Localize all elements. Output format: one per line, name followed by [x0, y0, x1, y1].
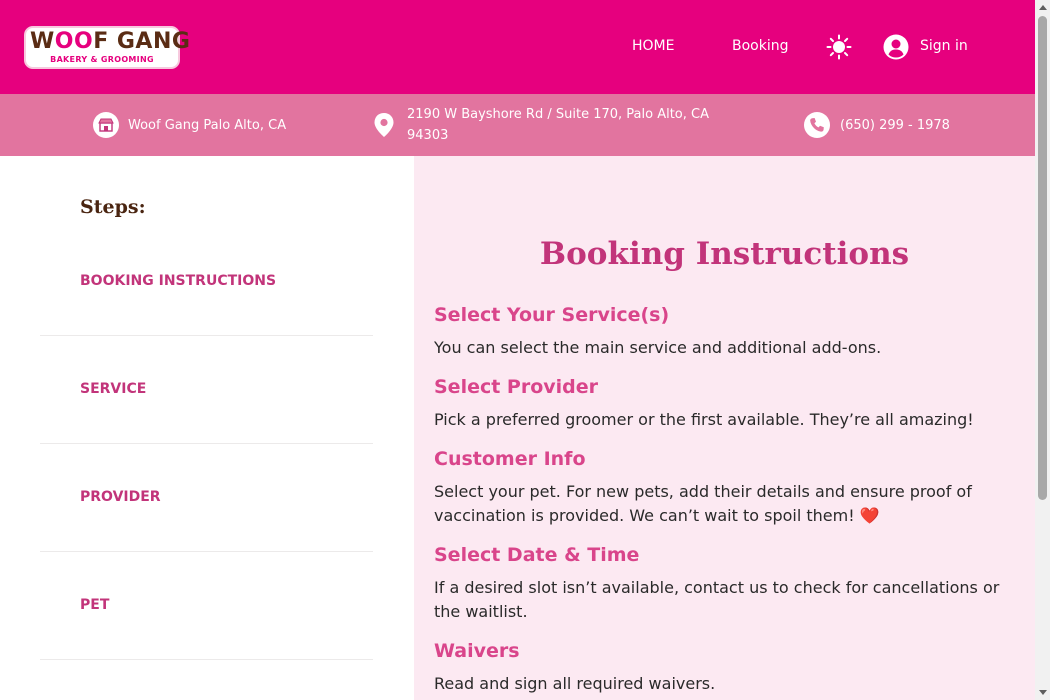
page-viewport: WOOF GANG BAKERY & GROOMING HOME Booking	[0, 0, 1035, 700]
section-heading-provider: Select Provider	[434, 376, 599, 398]
user-circle-icon[interactable]	[883, 34, 909, 60]
step-provider[interactable]: PROVIDER	[40, 444, 373, 552]
steps-sidebar: Steps: BOOKING INSTRUCTIONS SERVICE PROV…	[0, 156, 414, 700]
section-heading-waivers: Waivers	[434, 640, 520, 662]
store-info-bar: Woof Gang Palo Alto, CA 2190 W Bayshore …	[0, 94, 1035, 156]
section-heading-customer-info: Customer Info	[434, 448, 586, 470]
section-heading-service: Select Your Service(s)	[434, 304, 670, 326]
sun-icon[interactable]	[826, 34, 852, 60]
store-address[interactable]: 2190 W Bayshore Rd / Suite 170, Palo Alt…	[407, 104, 712, 146]
logo-subtitle: BAKERY & GROOMING	[50, 55, 154, 64]
page-scrollbar[interactable]	[1035, 0, 1050, 700]
nav-home-link[interactable]: HOME	[632, 38, 674, 54]
step-booking-instructions[interactable]: BOOKING INSTRUCTIONS	[40, 228, 373, 336]
store-name: Woof Gang Palo Alto, CA	[128, 118, 287, 133]
logo-text-rest: F GANG	[93, 29, 191, 54]
section-body-customer-info: Select your pet. For new pets, add their…	[434, 482, 972, 525]
store-phone[interactable]: (650) 299 - 1978	[840, 115, 950, 136]
site-header: WOOF GANG BAKERY & GROOMING HOME Booking	[0, 0, 1035, 94]
section-heading-date-time: Select Date & Time	[434, 544, 640, 566]
woof-gang-logo[interactable]: WOOF GANG BAKERY & GROOMING	[24, 26, 190, 69]
logo-wordmark: WOOF GANG	[30, 29, 190, 55]
scroll-down-icon[interactable]	[1039, 690, 1047, 695]
step-label: PET	[80, 597, 110, 613]
section-body-date-time: If a desired slot isn’t available, conta…	[434, 578, 1000, 621]
step-label: PROVIDER	[80, 489, 161, 505]
step-label: SERVICE	[80, 381, 147, 397]
step-label: BOOKING INSTRUCTIONS	[80, 273, 277, 289]
page-title: Booking Instructions	[539, 236, 910, 272]
steps-title: Steps:	[80, 196, 146, 218]
phone-icon	[804, 112, 830, 138]
section-body-provider: Pick a preferred groomer or the first av…	[434, 410, 974, 429]
scrollbar-thumb[interactable]	[1038, 16, 1047, 500]
booking-instructions-panel: Booking Instructions Select Your Service…	[414, 156, 1035, 700]
store-icon	[93, 112, 119, 138]
nav-booking-link[interactable]: Booking	[732, 38, 789, 54]
map-pin-icon	[371, 112, 397, 138]
logo-text-w: W	[30, 29, 55, 54]
scroll-up-icon[interactable]	[1039, 5, 1047, 10]
section-body-waivers: Read and sign all required waivers.	[434, 674, 716, 693]
sign-in-link[interactable]: Sign in	[920, 38, 968, 54]
section-body-service: You can select the main service and addi…	[434, 338, 882, 357]
step-service[interactable]: SERVICE	[40, 336, 373, 444]
step-pet[interactable]: PET	[40, 552, 373, 660]
logo-paws: OO	[54, 29, 94, 54]
